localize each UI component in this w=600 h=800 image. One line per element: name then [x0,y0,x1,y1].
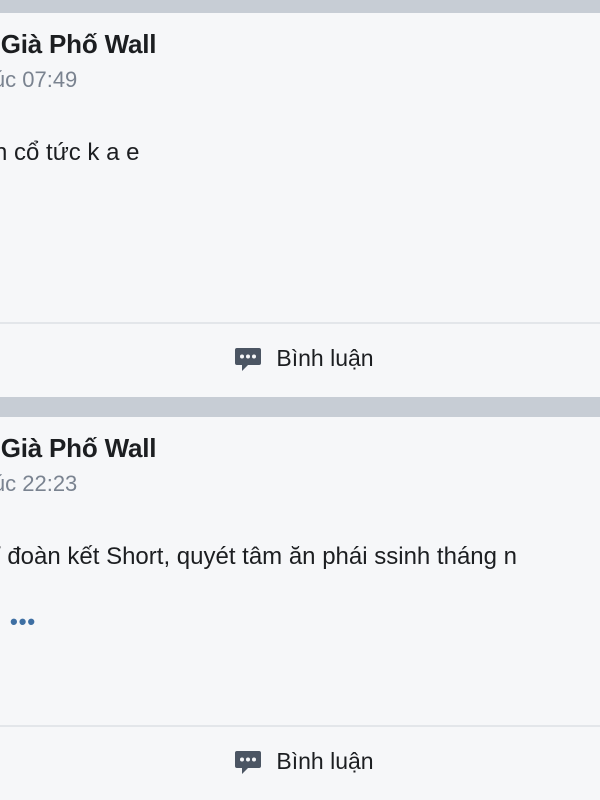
post-timestamp[interactable]: lúc 22:23 [0,471,77,497]
comment-label: Bình luận [276,344,374,371]
post-text: / đoàn kết Short, quyét tâm ăn phái ssin… [0,543,518,570]
post-timestamp[interactable]: lúc 07:49 [0,67,77,93]
post-card: o Già Phố Wall lúc 22:23 / đoàn kết Shor… [0,417,600,800]
post-card: o Già Phố Wall lúc 07:49 n cổ tức k a e … [0,13,600,397]
comment-label: Bình luận [276,747,374,774]
post-author[interactable]: o Già Phố Wall [0,433,156,464]
post-text: n cổ tức k a e [0,139,140,166]
news-feed: o Già Phố Wall lúc 07:49 n cổ tức k a e … [0,0,600,800]
comment-icon [234,345,262,373]
comment-icon [234,748,262,776]
see-more-link[interactable]: ••• [10,609,36,635]
post-author[interactable]: o Già Phố Wall [0,29,156,60]
comment-button[interactable]: Bình luận [0,727,600,797]
comment-button[interactable]: Bình luận [0,324,600,394]
